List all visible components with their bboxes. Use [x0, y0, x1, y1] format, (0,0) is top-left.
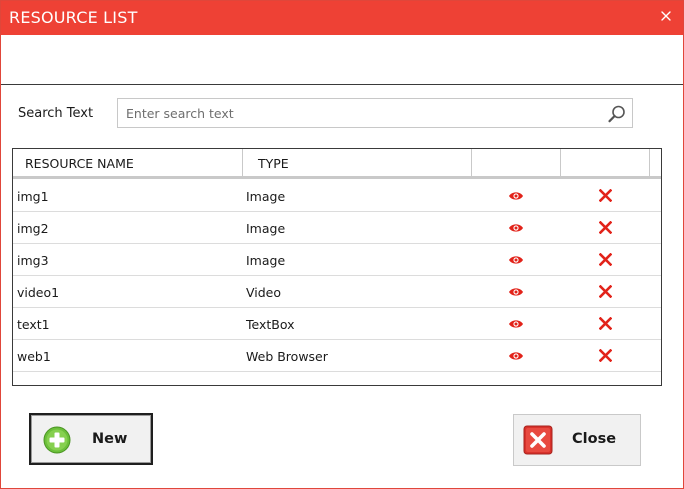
delete-x-icon[interactable]	[598, 284, 613, 299]
resource-table: RESOURCE NAME TYPE img1 Image img2 Image…	[12, 148, 662, 386]
table-header: RESOURCE NAME TYPE	[13, 149, 661, 179]
resource-name-cell: img3	[17, 253, 49, 268]
resource-name-cell: img1	[17, 189, 49, 204]
column-header-type[interactable]: TYPE	[243, 149, 472, 179]
table-row[interactable]: img2 Image	[13, 212, 661, 244]
resource-type-cell: Web Browser	[246, 349, 328, 364]
close-square-icon	[523, 425, 553, 455]
resource-type-cell: Image	[246, 189, 286, 204]
eye-icon[interactable]	[508, 254, 524, 266]
search-input[interactable]	[126, 105, 596, 121]
table-row[interactable]: img3 Image	[13, 244, 661, 276]
column-header-delete	[561, 149, 650, 179]
delete-x-icon[interactable]	[598, 252, 613, 267]
new-button[interactable]: New	[29, 413, 153, 465]
table-row[interactable]: img1 Image	[13, 180, 661, 212]
resource-name-cell: video1	[17, 285, 60, 300]
title-bar: RESOURCE LIST	[1, 1, 683, 35]
delete-x-icon[interactable]	[598, 348, 613, 363]
search-icon[interactable]	[607, 104, 627, 124]
resource-name-cell: web1	[17, 349, 51, 364]
resource-type-cell: Image	[246, 221, 286, 236]
eye-icon[interactable]	[508, 222, 524, 234]
table-row[interactable]: web1 Web Browser	[13, 340, 661, 372]
resource-list-dialog: RESOURCE LIST Search Text RESOURCE NAME …	[0, 0, 684, 489]
resource-type-cell: Image	[246, 253, 286, 268]
close-button[interactable]: Close	[513, 414, 641, 466]
column-header-resource-name[interactable]: RESOURCE NAME	[13, 149, 243, 179]
new-button-label: New	[92, 431, 128, 447]
resource-name-cell: text1	[17, 317, 50, 332]
column-header-view	[472, 149, 561, 179]
search-label: Search Text	[18, 106, 94, 121]
eye-icon[interactable]	[508, 350, 524, 362]
table-row[interactable]: text1 TextBox	[13, 308, 661, 340]
delete-x-icon[interactable]	[598, 188, 613, 203]
header-band	[1, 35, 683, 85]
resource-name-cell: img2	[17, 221, 49, 236]
eye-icon[interactable]	[508, 318, 524, 330]
resource-type-cell: TextBox	[246, 317, 295, 332]
plus-circle-icon	[43, 426, 71, 454]
eye-icon[interactable]	[508, 286, 524, 298]
table-body: img1 Image img2 Image img3 Image video1 …	[13, 180, 661, 372]
table-row[interactable]: video1 Video	[13, 276, 661, 308]
window-title: RESOURCE LIST	[9, 8, 138, 27]
close-icon[interactable]	[659, 8, 673, 22]
search-box[interactable]	[117, 98, 633, 128]
eye-icon[interactable]	[508, 190, 524, 202]
resource-type-cell: Video	[246, 285, 282, 300]
delete-x-icon[interactable]	[598, 220, 613, 235]
close-button-label: Close	[572, 431, 617, 447]
delete-x-icon[interactable]	[598, 316, 613, 331]
